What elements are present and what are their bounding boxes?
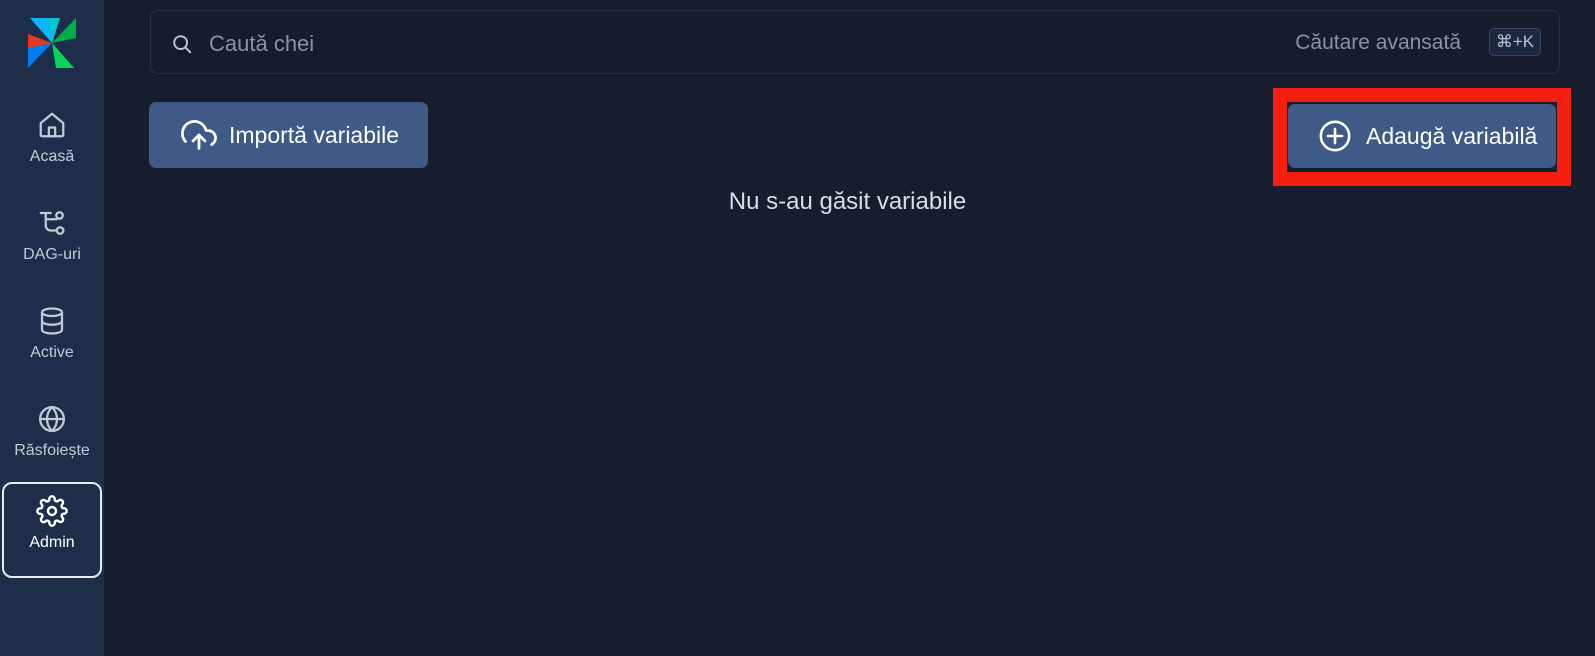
globe-icon xyxy=(35,402,69,436)
sidebar-item-assets[interactable]: Active xyxy=(2,294,102,390)
search-bar: Căutare avansată ⌘+K xyxy=(150,10,1560,74)
advanced-search-link[interactable]: Căutare avansată xyxy=(1295,31,1461,55)
sidebar-item-label: Răsfoiește xyxy=(14,442,90,459)
sidebar-item-browse[interactable]: Răsfoiește xyxy=(2,392,102,488)
add-button-label: Adaugă variabilă xyxy=(1366,122,1538,149)
import-variables-button[interactable]: Importă variabile xyxy=(149,102,428,168)
sidebar-item-dags[interactable]: DAG-uri xyxy=(2,196,102,292)
keyboard-shortcut-badge: ⌘+K xyxy=(1489,28,1541,56)
sidebar-item-label: Admin xyxy=(29,534,75,551)
search-input[interactable] xyxy=(207,25,1111,63)
dag-icon xyxy=(35,206,69,240)
gear-icon xyxy=(35,494,69,528)
sidebar-item-label: Acasă xyxy=(29,148,75,165)
sidebar-item-label: DAG-uri xyxy=(23,246,81,263)
empty-state-message: Nu s-au găsit variabile xyxy=(728,188,967,215)
sidebar-item-admin[interactable]: Admin xyxy=(2,482,102,578)
sidebar-item-label: Active xyxy=(30,344,74,361)
import-button-label: Importă variabile xyxy=(229,121,400,148)
plus-circle-icon xyxy=(1319,120,1351,152)
airflow-logo[interactable] xyxy=(26,16,78,70)
home-icon xyxy=(35,108,69,142)
sidebar: Acasă DAG-uri Active Răsfoiește Admin xyxy=(0,0,104,656)
search-icon xyxy=(173,35,192,54)
variables-page: Acasă DAG-uri Active Răsfoiește Admin Ca… xyxy=(0,0,1595,656)
database-icon xyxy=(35,304,69,338)
add-variable-button[interactable]: Adaugă variabilă xyxy=(1288,104,1556,168)
sidebar-item-home[interactable]: Acasă xyxy=(2,98,102,194)
cloud-upload-icon xyxy=(181,120,217,150)
